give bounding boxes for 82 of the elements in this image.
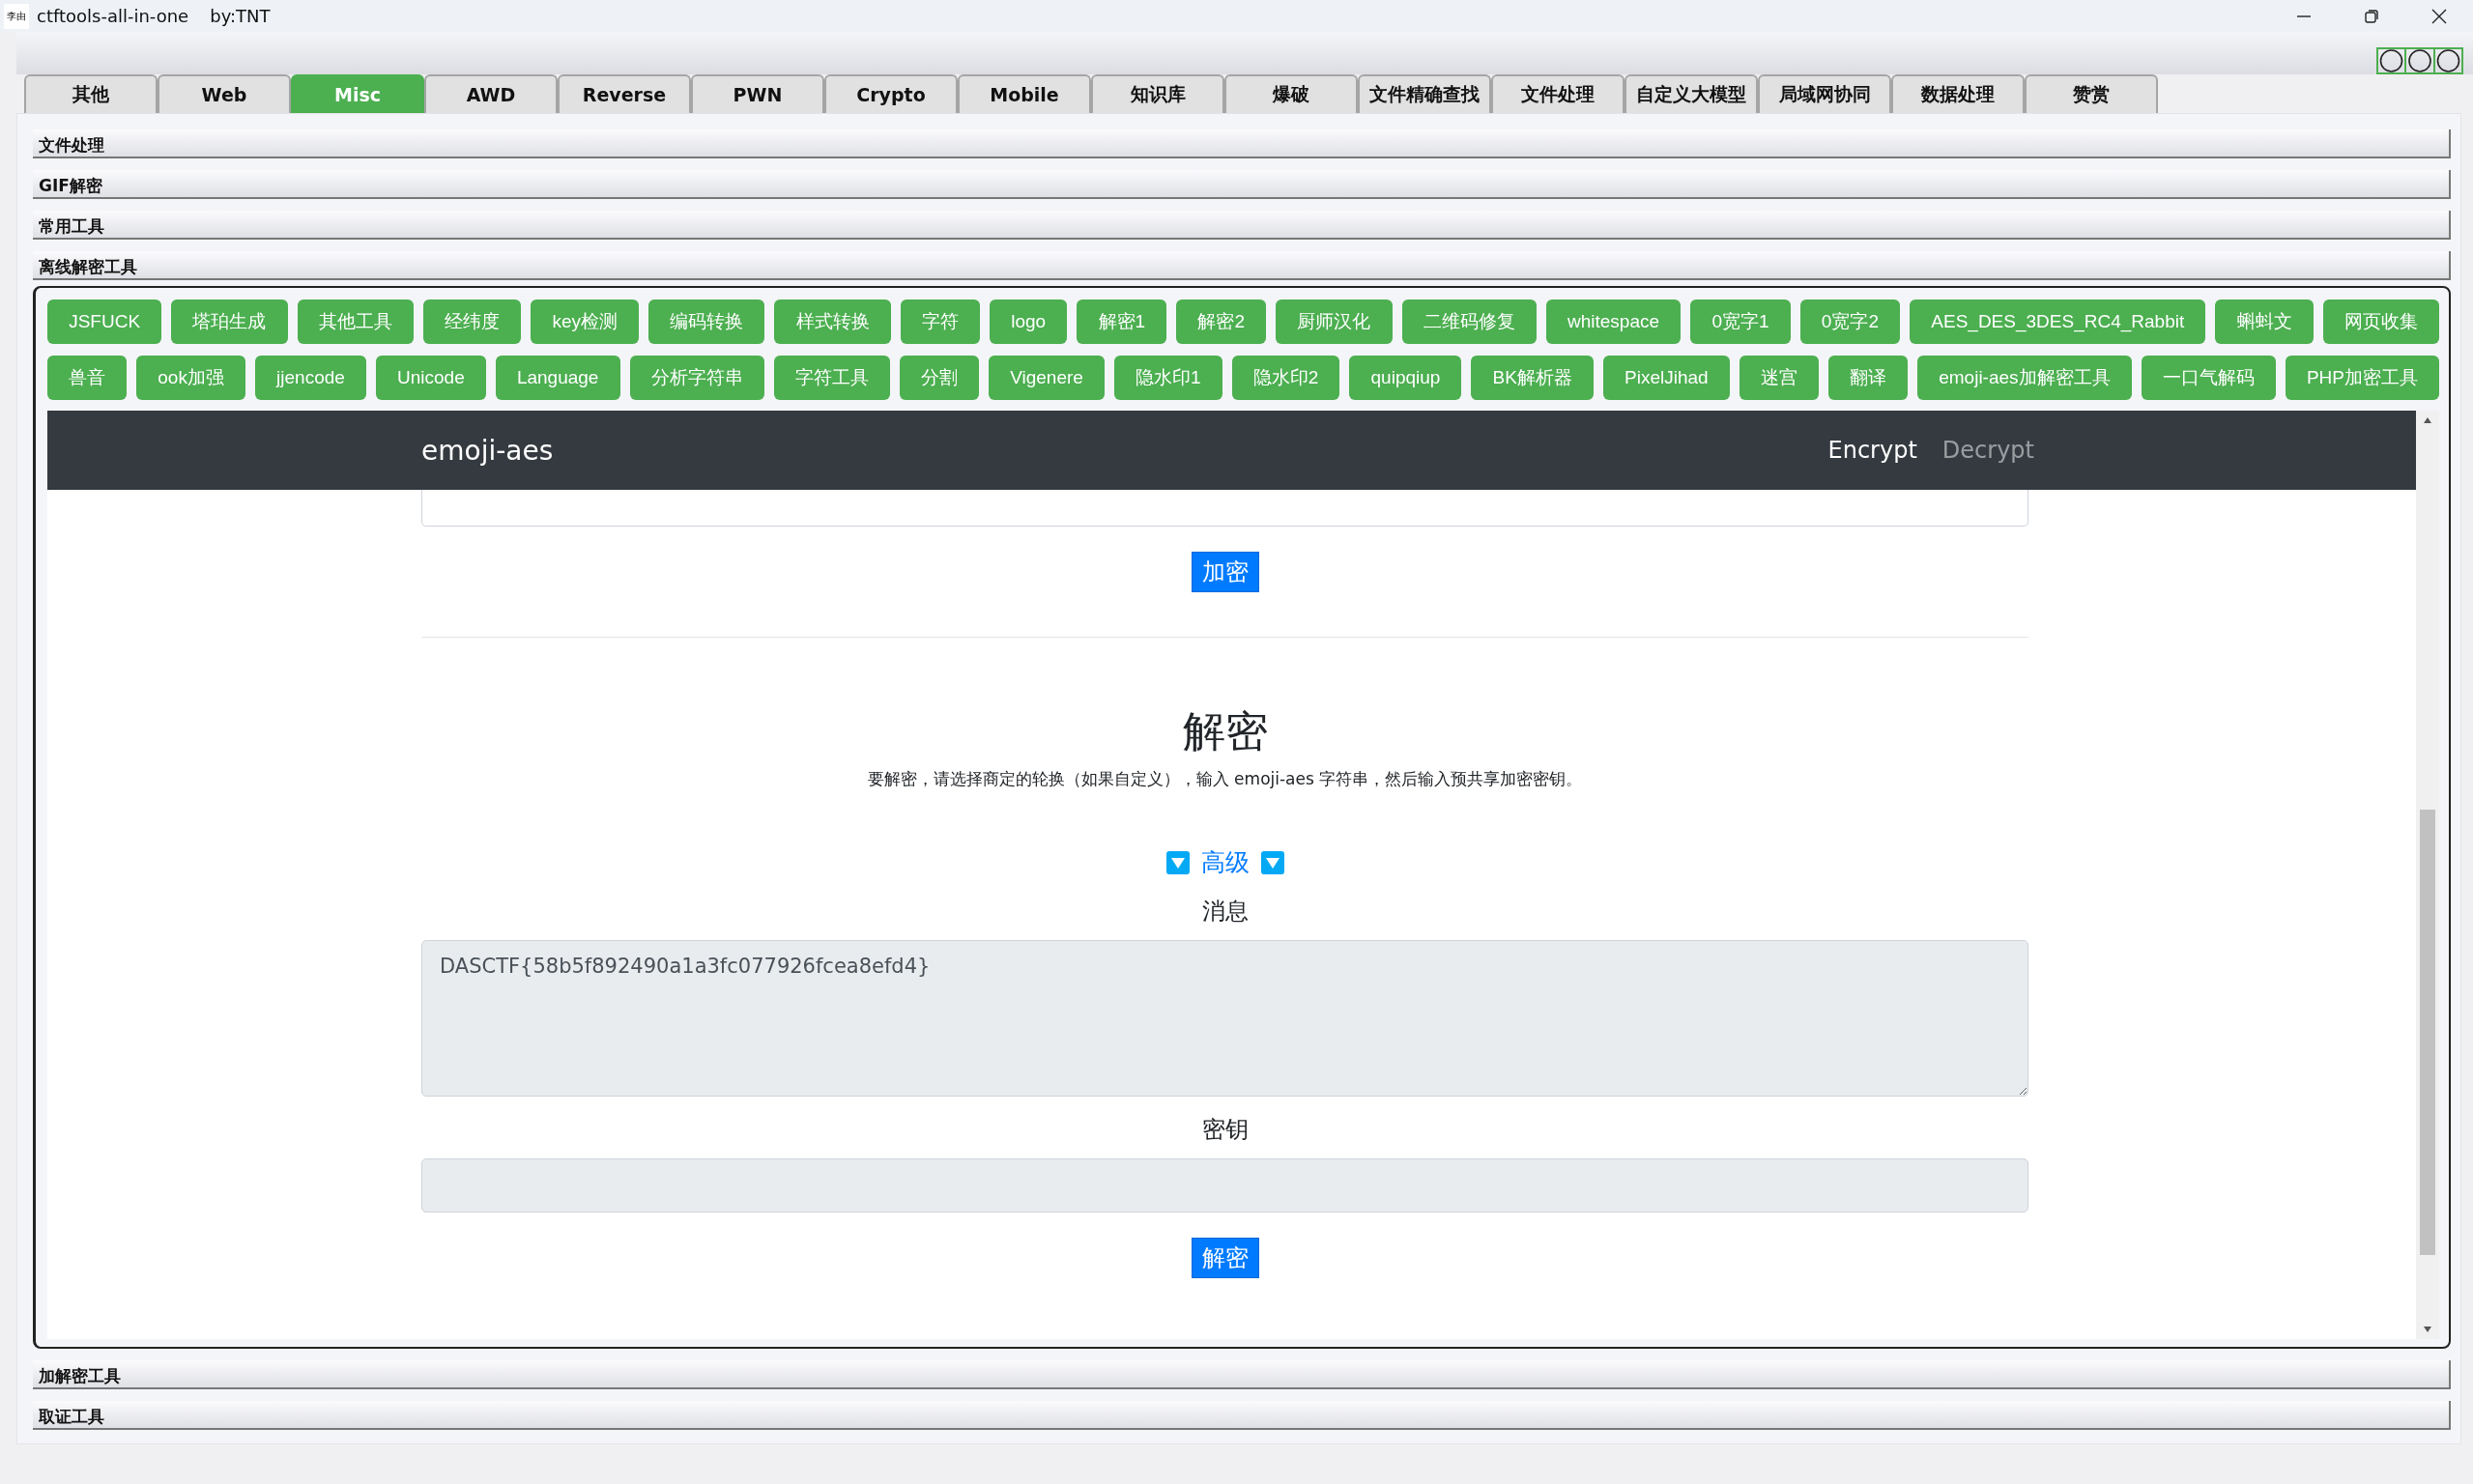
navbar-brand[interactable]: emoji-aes (421, 434, 1803, 467)
key-field[interactable] (421, 1158, 2028, 1213)
tab[interactable]: 其他 (24, 74, 158, 113)
tool-button[interactable]: Unicode (375, 356, 486, 400)
tool-button[interactable]: 迷宫 (1739, 356, 1819, 400)
tool-button[interactable]: JSFUCK (47, 300, 162, 344)
tool-button[interactable]: Language (495, 356, 620, 400)
tool-button[interactable]: BK解析器 (1471, 356, 1594, 400)
scroll-up-icon[interactable] (2423, 416, 2432, 424)
tab[interactable]: Web (158, 74, 291, 113)
tab[interactable]: Misc (291, 74, 424, 113)
tab[interactable]: 知识库 (1091, 74, 1224, 113)
tab[interactable]: PWN (691, 74, 824, 113)
tab[interactable]: 赞赏 (2025, 74, 2158, 113)
restore-icon[interactable] (2363, 7, 2380, 25)
tool-button[interactable]: logo (990, 300, 1068, 344)
tool-button[interactable]: 厨师汉化 (1276, 300, 1393, 344)
tool-button[interactable]: 0宽字1 (1690, 300, 1791, 344)
close-icon[interactable] (2430, 7, 2448, 25)
tab[interactable]: Mobile (958, 74, 1091, 113)
tool-button[interactable]: 分析字符串 (629, 356, 764, 400)
tool-button[interactable]: whitespace (1545, 300, 1682, 344)
scrollbar[interactable] (2416, 411, 2439, 1339)
tool-button[interactable]: emoji-aes加解密工具 (1917, 356, 2132, 400)
nav-link[interactable]: Encrypt (1827, 437, 1917, 464)
field-label: 消息 (1201, 897, 1249, 927)
tool-button[interactable]: 一口气解码 (2141, 356, 2276, 400)
field-label: 密钥 (1201, 1115, 1249, 1145)
tool-button[interactable]: PHP加密工具 (2285, 356, 2440, 400)
tool-button[interactable]: AES_DES_3DES_RC4_Rabbit (1910, 300, 2206, 344)
tab[interactable]: Crypto (824, 74, 958, 113)
input-field[interactable] (421, 490, 2028, 527)
tab[interactable]: 局域网协同 (1758, 74, 1891, 113)
tool-button[interactable]: 翻译 (1827, 356, 1909, 400)
tab[interactable]: 文件精确查找 (1358, 74, 1491, 113)
tab[interactable]: 爆破 (1224, 74, 1358, 113)
tool-button[interactable]: 经纬度 (422, 300, 522, 344)
advanced-toggle[interactable]: 高级 (1200, 846, 1250, 878)
tool-button[interactable]: 分割 (899, 356, 980, 400)
tool-button[interactable]: PixelJihad (1603, 356, 1730, 400)
tool-button[interactable]: 字符 (900, 300, 981, 344)
tool-button[interactable]: 兽音 (47, 356, 128, 400)
tool-button[interactable]: 解密2 (1176, 300, 1267, 344)
tool-button[interactable]: 其他工具 (297, 300, 414, 344)
tool-button[interactable]: 样式转换 (774, 300, 891, 344)
tab[interactable]: 文件处理 (1491, 74, 1625, 113)
tool-button[interactable]: 解密1 (1077, 300, 1167, 344)
section-header[interactable]: 文件处理 (33, 129, 2451, 158)
tool-button[interactable]: 蝌蚪文 (2215, 300, 2314, 344)
section-header[interactable]: 常用工具 (33, 211, 2451, 240)
encrypt-button[interactable]: 加密 (1191, 552, 1259, 592)
tool-button[interactable]: ook加强 (136, 356, 245, 400)
tool-button[interactable]: 二维码修复 (1401, 300, 1537, 344)
tool-button[interactable]: key检测 (531, 300, 640, 344)
tool-button[interactable]: Vigenere (989, 356, 1105, 400)
tool-button[interactable]: quipqiup (1349, 356, 1462, 400)
tool-button[interactable]: jjencode (255, 356, 366, 400)
decrypt-button[interactable]: 解密 (1191, 1238, 1259, 1278)
tab[interactable]: Reverse (558, 74, 691, 113)
section-header[interactable]: GIF解密 (33, 170, 2451, 199)
app-icon: 李由 (4, 3, 29, 29)
description-text: 要解密，请选择商定的轮换（如果自定义），输入 emoji-aes 字符串，然后输入预共享加密密钥。 (867, 768, 1583, 790)
window-subtitle: by:TNT (210, 6, 271, 26)
tool-button[interactable]: 字符工具 (773, 356, 890, 400)
tab[interactable]: AWD (424, 74, 558, 113)
tool-button[interactable]: 隐水印2 (1231, 356, 1340, 400)
tab[interactable]: 自定义大模型 (1625, 74, 1758, 113)
section-heading: 解密 (1182, 705, 1268, 757)
tool-button[interactable]: 编码转换 (648, 300, 765, 344)
section-header[interactable]: 加解密工具 (33, 1360, 2451, 1389)
tool-button[interactable]: 网页收集 (2322, 300, 2440, 344)
section-header[interactable]: 取证工具 (33, 1401, 2451, 1430)
nav-link[interactable]: Decrypt (1941, 437, 2034, 464)
scroll-down-icon[interactable] (2423, 1326, 2432, 1333)
tool-button[interactable]: 塔珀生成 (171, 300, 288, 344)
window-title: ctftools-all-in-one (37, 6, 189, 26)
tool-button[interactable]: 0宽字2 (1799, 300, 1901, 344)
message-field[interactable]: DASCTF{58b5f892490a1a3fc077926fcea8efd4} (421, 940, 2028, 1097)
section-header[interactable]: 离线解密工具 (33, 251, 2451, 280)
tab[interactable]: 数据处理 (1891, 74, 2025, 113)
tool-button[interactable]: 隐水印1 (1113, 356, 1222, 400)
circle-icons-drawing[interactable] (2376, 47, 2463, 74)
